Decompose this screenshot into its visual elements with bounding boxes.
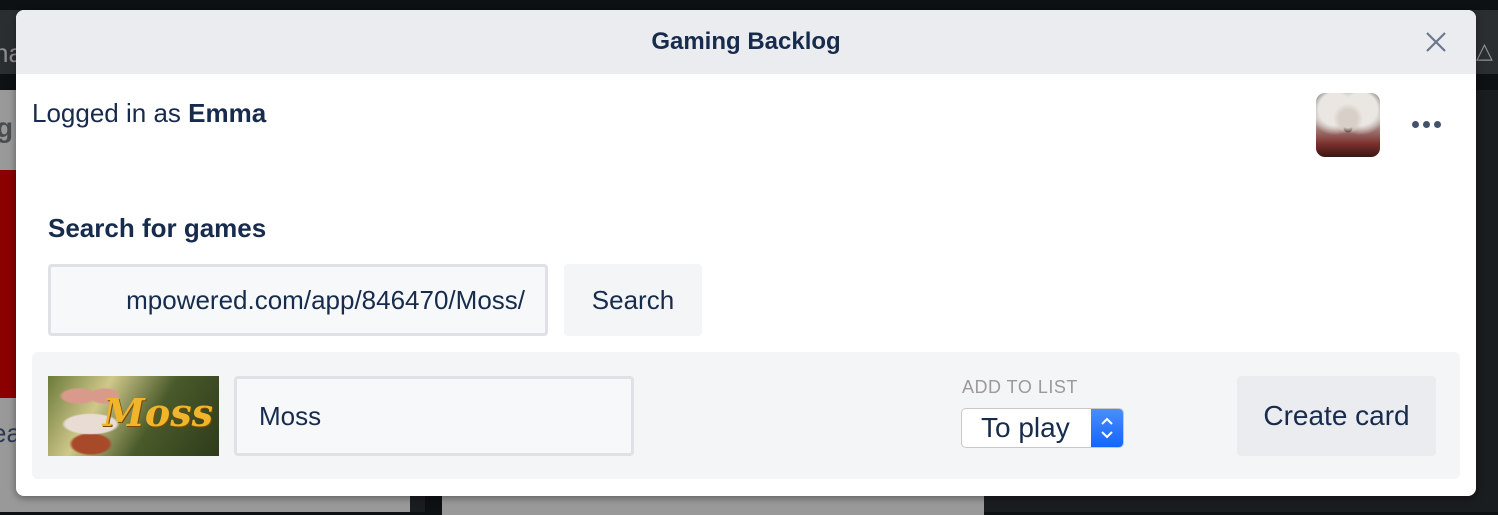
- create-card-button[interactable]: Create card: [1237, 376, 1436, 456]
- logged-in-status: Logged in as Emma: [32, 98, 266, 129]
- search-section-label: Search for games: [48, 213, 267, 243]
- user-avatar[interactable]: [1316, 93, 1380, 157]
- board-gap: [425, 495, 442, 515]
- game-thumbnail-logo: Moss: [102, 390, 213, 435]
- board-list-partial-text: g: [0, 112, 14, 143]
- game-thumbnail: Moss: [48, 376, 219, 456]
- list-select[interactable]: To play: [961, 408, 1124, 448]
- more-horizontal-icon: [1412, 120, 1419, 128]
- game-name-value: Moss: [259, 400, 322, 431]
- search-input-value: mpowered.com/app/846470/Moss/: [126, 284, 525, 315]
- gaming-backlog-modal: Gaming Backlog Logged in as Emma Search …: [16, 10, 1476, 496]
- search-result-panel: Moss Moss ADD TO LIST To play Create car…: [32, 352, 1460, 479]
- close-button[interactable]: [1422, 28, 1450, 56]
- select-stepper-icon: [1091, 409, 1123, 447]
- modal-header: Gaming Backlog: [16, 10, 1476, 74]
- board-list-column-2: [442, 495, 984, 515]
- list-select-value: To play: [981, 412, 1070, 443]
- notification-bell-icon[interactable]: △: [1476, 38, 1498, 63]
- modal-title: Gaming Backlog: [651, 28, 841, 55]
- user-name: Emma: [188, 98, 267, 128]
- game-name-input[interactable]: Moss: [234, 376, 634, 456]
- add-to-list-label: ADD TO LIST: [962, 377, 1078, 397]
- close-icon: [1426, 32, 1446, 52]
- more-options-button[interactable]: [1412, 116, 1441, 132]
- board-card-cover-image: [0, 170, 16, 398]
- search-button[interactable]: Search: [564, 264, 702, 336]
- logged-in-prefix: Logged in as: [32, 98, 189, 128]
- game-search-input[interactable]: mpowered.com/app/846470/Moss/: [48, 264, 548, 336]
